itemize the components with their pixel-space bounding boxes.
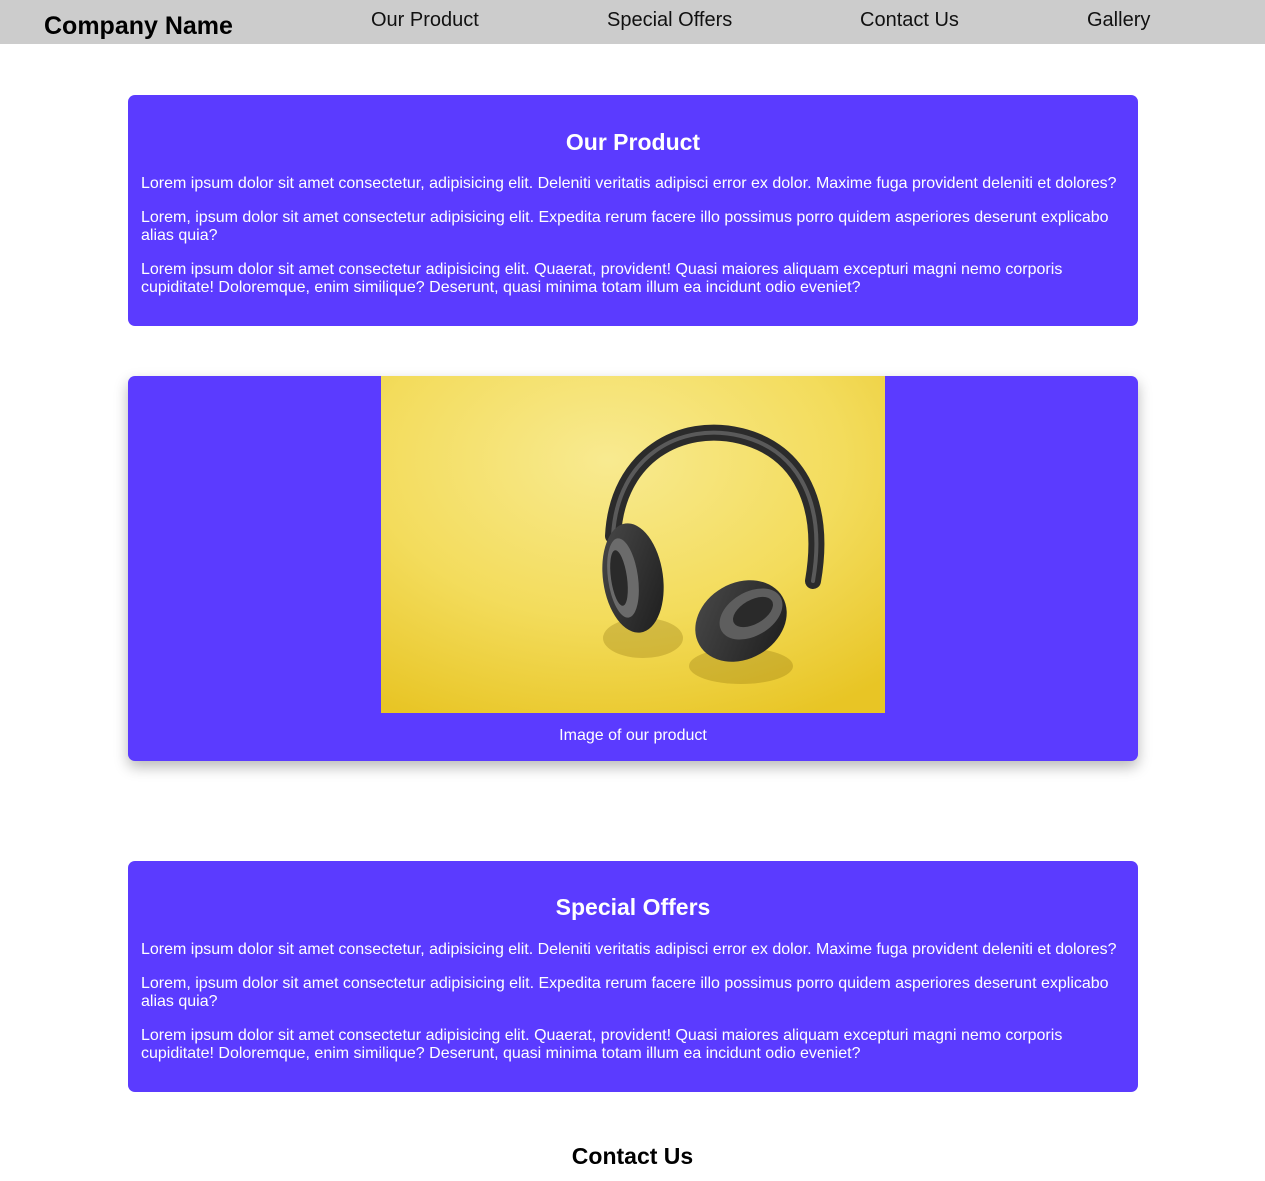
- special-offers-paragraph: Lorem, ipsum dolor sit amet consectetur …: [141, 975, 1109, 1010]
- top-nav-bar: Company Name Our Product Special Offers …: [0, 0, 1265, 44]
- product-paragraph: Lorem ipsum dolor sit amet consectetur, …: [141, 175, 1117, 192]
- product-title: Our Product: [565, 129, 701, 155]
- product-paragraph: Lorem ipsum dolor sit amet consectetur a…: [141, 261, 1063, 296]
- product-image-caption: Image of our product: [559, 727, 707, 744]
- special-offers-paragraph: Lorem ipsum dolor sit amet consectetur a…: [141, 1027, 1063, 1062]
- nav-link-contact-us[interactable]: Contact Us: [860, 8, 959, 32]
- nav-link-special-offers[interactable]: Special Offers: [607, 8, 732, 32]
- contact-us-title: Contact Us: [571, 1143, 694, 1169]
- special-offers-title: Special Offers: [555, 894, 711, 920]
- company-name: Company Name: [44, 12, 233, 40]
- product-image-section: Image of our product: [128, 376, 1138, 761]
- product-section: Our Product Lorem ipsum dolor sit amet c…: [128, 95, 1138, 326]
- nav-link-gallery[interactable]: Gallery: [1087, 8, 1150, 32]
- special-offers-section: Special Offers Lorem ipsum dolor sit ame…: [128, 861, 1138, 1092]
- headphones-photo: [381, 376, 885, 713]
- nav-link-our-product[interactable]: Our Product: [371, 8, 479, 32]
- product-paragraph: Lorem, ipsum dolor sit amet consectetur …: [141, 209, 1109, 244]
- special-offers-paragraph: Lorem ipsum dolor sit amet consectetur, …: [141, 941, 1117, 958]
